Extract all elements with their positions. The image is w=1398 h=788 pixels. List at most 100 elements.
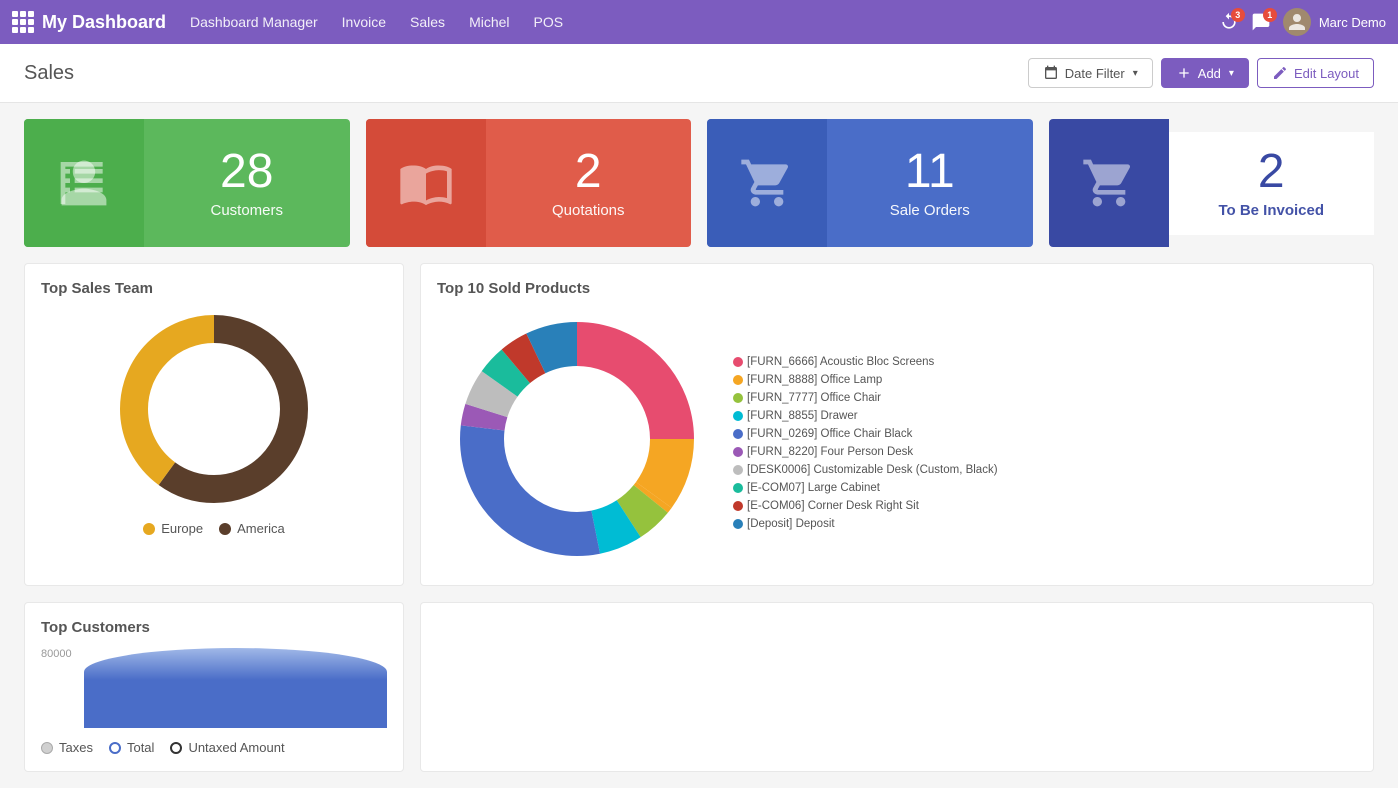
edit-layout-btn[interactable]: Edit Layout xyxy=(1257,58,1374,88)
calendar-icon xyxy=(1043,65,1059,81)
quotations-label: Quotations xyxy=(552,202,625,219)
america-color xyxy=(219,523,231,535)
grid-icon xyxy=(12,11,34,33)
sale-orders-icon-bg xyxy=(707,119,827,247)
america-legend-item: America xyxy=(219,521,285,536)
cart-svg-icon xyxy=(739,155,795,211)
top-sales-team-title: Top Sales Team xyxy=(41,280,387,297)
prod-legend-0: [FURN_6666] Acoustic Bloc Screens xyxy=(733,356,934,368)
prod-legend-6: [DESK0006] Customizable Desk (Custom, Bl… xyxy=(733,464,998,476)
total-legend: Total xyxy=(109,740,154,755)
top-customers-title: Top Customers xyxy=(41,619,387,636)
date-filter-label: Date Filter xyxy=(1065,66,1125,81)
top-products-panel: Top 10 Sold Products xyxy=(420,263,1374,586)
customers-svg-icon xyxy=(56,155,112,211)
prod-legend-5: [FURN_8220] Four Person Desk xyxy=(733,446,913,458)
topbar-right: 3 1 Marc Demo xyxy=(1219,8,1386,36)
prod-label-6: [DESK0006] Customizable Desk (Custom, Bl… xyxy=(747,464,998,476)
top-sales-team-panel: Top Sales Team Europe xyxy=(24,263,404,586)
edit-layout-label: Edit Layout xyxy=(1294,66,1359,81)
notification-bell-btn[interactable]: 3 xyxy=(1219,12,1239,32)
customers-number: 28 xyxy=(220,148,273,196)
main-nav: Dashboard Manager Invoice Sales Michel P… xyxy=(190,14,1219,30)
charts-row: Top Sales Team Europe xyxy=(24,263,1374,586)
sale-orders-label: Sale Orders xyxy=(890,202,970,219)
prod-legend-9: [Deposit] Deposit xyxy=(733,518,835,530)
nav-sales[interactable]: Sales xyxy=(410,14,445,30)
top-customers-panel: Top Customers 80000 Taxes Total xyxy=(24,602,404,772)
nav-invoice[interactable]: Invoice xyxy=(342,14,386,30)
prod-label-1: [FURN_8888] Office Lamp xyxy=(747,374,882,386)
app-logo[interactable]: My Dashboard xyxy=(12,11,166,33)
prod-label-3: [FURN_8855] Drawer xyxy=(747,410,858,422)
y-axis-label: 80000 xyxy=(41,648,72,660)
nav-pos[interactable]: POS xyxy=(534,14,564,30)
quotations-body: 2 Quotations xyxy=(486,132,692,235)
topbar: My Dashboard Dashboard Manager Invoice S… xyxy=(0,0,1398,44)
to-be-invoiced-number: 2 xyxy=(1258,148,1285,196)
prod-label-0: [FURN_6666] Acoustic Bloc Screens xyxy=(747,356,934,368)
add-icon xyxy=(1176,65,1192,81)
top-customers-chart: 80000 xyxy=(41,648,387,728)
prod-label-9: [Deposit] Deposit xyxy=(747,518,835,530)
quotations-svg-icon xyxy=(398,155,454,211)
products-legend: [FURN_6666] Acoustic Bloc Screens [FURN_… xyxy=(733,356,1013,530)
message-count: 1 xyxy=(1263,8,1277,22)
main-content: 28 Customers 2 Quotations 11 Sale Orders xyxy=(0,103,1398,788)
sales-team-legend: Europe America xyxy=(143,521,285,536)
america-label: America xyxy=(237,521,285,536)
bottom-right-panel xyxy=(420,602,1374,772)
date-filter-caret: ▾ xyxy=(1133,68,1138,79)
quotations-icon-bg xyxy=(366,119,486,247)
to-be-invoiced-label: To Be Invoiced xyxy=(1218,202,1324,219)
europe-legend-item: Europe xyxy=(143,521,203,536)
nav-dashboard-manager[interactable]: Dashboard Manager xyxy=(190,14,318,30)
prod-legend-8: [E-COM06] Corner Desk Right Sit xyxy=(733,500,919,512)
untaxed-label: Untaxed Amount xyxy=(188,740,284,755)
to-be-invoiced-card[interactable]: 2 To Be Invoiced xyxy=(1049,119,1375,247)
date-filter-btn[interactable]: Date Filter ▾ xyxy=(1028,58,1153,88)
page-actions: Date Filter ▾ Add ▾ Edit Layout xyxy=(1028,58,1374,88)
prod-label-5: [FURN_8220] Four Person Desk xyxy=(747,446,913,458)
taxes-label: Taxes xyxy=(59,740,93,755)
customers-bar xyxy=(84,648,387,728)
avatar xyxy=(1283,8,1311,36)
customers-label: Customers xyxy=(210,202,283,219)
quotations-card[interactable]: 2 Quotations xyxy=(366,119,692,247)
nav-michel[interactable]: Michel xyxy=(469,14,509,30)
to-be-invoiced-body: 2 To Be Invoiced xyxy=(1169,132,1375,235)
europe-label: Europe xyxy=(161,521,203,536)
customers-icon-bg xyxy=(24,119,144,247)
prod-legend-3: [FURN_8855] Drawer xyxy=(733,410,858,422)
quotations-number: 2 xyxy=(575,148,602,196)
add-label: Add xyxy=(1198,66,1221,81)
customers-card[interactable]: 28 Customers xyxy=(24,119,350,247)
customers-body: 28 Customers xyxy=(144,132,350,235)
europe-color xyxy=(143,523,155,535)
add-caret: ▾ xyxy=(1229,68,1234,79)
prod-legend-4: [FURN_0269] Office Chair Black xyxy=(733,428,912,440)
add-btn[interactable]: Add ▾ xyxy=(1161,58,1249,88)
page-header: Sales Date Filter ▾ Add ▾ Edit Layout xyxy=(0,44,1398,103)
products-donut xyxy=(437,309,717,569)
user-menu[interactable]: Marc Demo xyxy=(1283,8,1386,36)
prod-label-7: [E-COM07] Large Cabinet xyxy=(747,482,880,494)
app-title: My Dashboard xyxy=(42,12,166,33)
to-be-invoiced-icon-bg xyxy=(1049,119,1169,247)
prod-legend-1: [FURN_8888] Office Lamp xyxy=(733,374,882,386)
taxes-legend: Taxes xyxy=(41,740,93,755)
prod-legend-7: [E-COM07] Large Cabinet xyxy=(733,482,880,494)
prod-label-8: [E-COM06] Corner Desk Right Sit xyxy=(747,500,919,512)
products-chart-area: [FURN_6666] Acoustic Bloc Screens [FURN_… xyxy=(437,309,1357,569)
sales-team-donut xyxy=(104,309,324,509)
prod-label-2: [FURN_7777] Office Chair xyxy=(747,392,881,404)
username: Marc Demo xyxy=(1319,15,1386,30)
sales-team-chart: Europe America xyxy=(41,309,387,536)
message-btn[interactable]: 1 xyxy=(1251,12,1271,32)
page-title: Sales xyxy=(24,62,74,85)
sale-orders-card[interactable]: 11 Sale Orders xyxy=(707,119,1033,247)
untaxed-legend: Untaxed Amount xyxy=(170,740,284,755)
stat-cards-row: 28 Customers 2 Quotations 11 Sale Orders xyxy=(24,119,1374,247)
sale-orders-number: 11 xyxy=(905,148,955,196)
bottom-row: Top Customers 80000 Taxes Total xyxy=(24,602,1374,772)
